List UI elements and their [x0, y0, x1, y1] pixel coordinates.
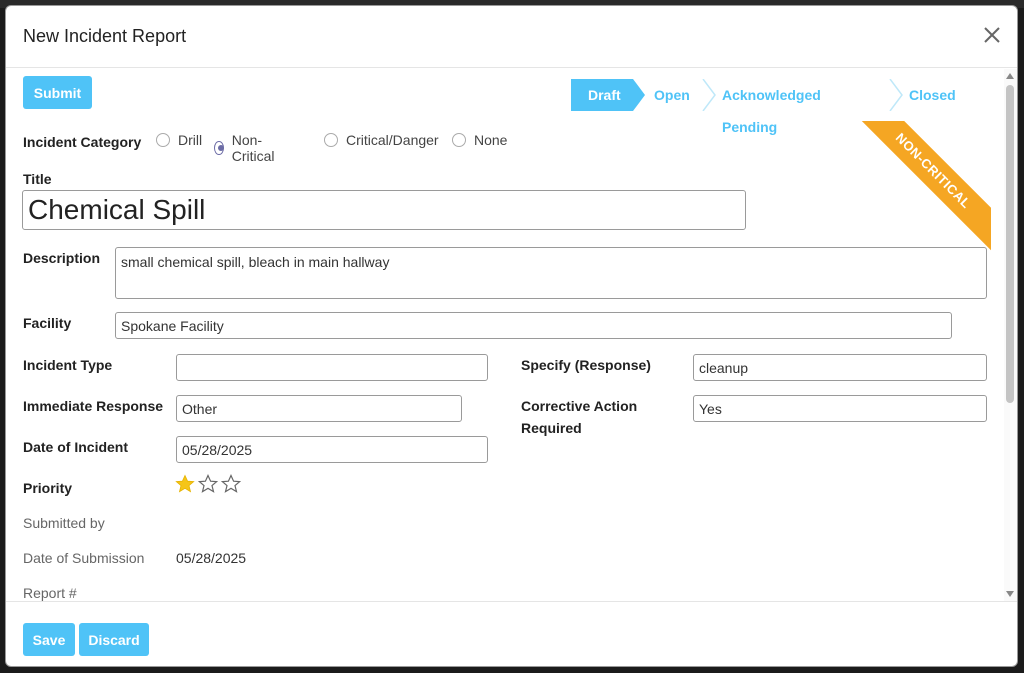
- facility-input[interactable]: Spokane Facility: [115, 312, 952, 339]
- stage-acknowledged-pending[interactable]: Acknowledged Pending: [722, 79, 821, 135]
- radio-circle: [156, 133, 170, 147]
- radio-non-critical[interactable]: Non-Critical: [214, 132, 279, 164]
- stage-acknowledged-pending-label: Acknowledged Pending: [722, 87, 821, 135]
- priority-label: Priority: [23, 480, 73, 496]
- dialog-title: New Incident Report: [23, 26, 187, 46]
- radio-drill[interactable]: Drill: [156, 132, 202, 148]
- chevron-right-icon: [889, 79, 903, 111]
- discard-button[interactable]: Discard: [79, 623, 149, 656]
- radio-none-label: None: [474, 132, 508, 148]
- date-of-incident-label: Date of Incident: [23, 439, 129, 455]
- save-button[interactable]: Save: [23, 623, 75, 656]
- stage-open-label: Open: [654, 87, 690, 103]
- chevron-right-icon: [702, 79, 716, 111]
- incident-report-dialog: New Incident Report Submit Draft Open Ac…: [5, 5, 1018, 667]
- star-empty-icon[interactable]: [221, 474, 241, 494]
- radio-none[interactable]: None: [452, 132, 507, 148]
- stage-open[interactable]: Open: [654, 79, 690, 111]
- close-button[interactable]: [979, 22, 1005, 48]
- radio-drill-label: Drill: [178, 132, 203, 148]
- stage-draft-arrow: [633, 79, 645, 111]
- specify-response-input[interactable]: cleanup: [693, 354, 987, 381]
- submit-button[interactable]: Submit: [23, 76, 92, 109]
- radio-critical-danger[interactable]: Critical/Danger: [324, 132, 439, 148]
- description-label: Description: [23, 250, 101, 266]
- date-of-submission-value: 05/28/2025: [176, 550, 247, 566]
- incident-category-label: Incident Category: [23, 134, 142, 150]
- scroll-thumb[interactable]: [1006, 85, 1014, 403]
- radio-circle: [452, 133, 466, 147]
- stage-closed-label: Closed: [909, 87, 956, 103]
- report-number-label: Report #: [23, 585, 77, 601]
- stage-draft[interactable]: Draft: [571, 79, 633, 111]
- status-ribbon-text: NON-CRITICAL: [837, 121, 991, 267]
- radio-non-critical-label: Non-Critical: [231, 132, 275, 164]
- corrective-action-label-line1: Corrective Action: [521, 398, 638, 414]
- vertical-scrollbar[interactable]: [1004, 69, 1017, 601]
- description-textarea[interactable]: small chemical spill, bleach in main hal…: [115, 247, 987, 299]
- corrective-action-input[interactable]: Yes: [693, 395, 987, 422]
- dialog-body: Submit Draft Open Acknowledged Pending C…: [6, 69, 1006, 601]
- date-of-incident-input[interactable]: 05/28/2025: [176, 436, 488, 463]
- facility-label: Facility: [23, 315, 72, 331]
- radio-circle: [324, 133, 338, 147]
- dialog-header: New Incident Report: [6, 6, 1017, 68]
- stage-draft-label: Draft: [588, 87, 621, 103]
- date-of-submission-label: Date of Submission: [23, 550, 145, 566]
- star-empty-icon[interactable]: [198, 474, 218, 494]
- star-filled-icon[interactable]: [175, 474, 195, 494]
- stage-closed[interactable]: Closed: [909, 79, 956, 111]
- dialog-footer: Save Discard: [6, 601, 1017, 666]
- title-label: Title: [23, 171, 52, 187]
- scroll-down-arrow-icon[interactable]: [1006, 591, 1014, 597]
- incident-type-input[interactable]: [176, 354, 488, 381]
- incident-type-label: Incident Type: [23, 357, 113, 373]
- specify-response-label: Specify (Response): [521, 357, 651, 373]
- scroll-up-arrow-icon[interactable]: [1006, 73, 1014, 79]
- submitted-by-label: Submitted by: [23, 515, 105, 531]
- corrective-action-label-line2: Required: [521, 420, 582, 436]
- title-input[interactable]: Chemical Spill: [22, 190, 746, 230]
- immediate-response-label: Immediate Response: [23, 398, 164, 414]
- radio-circle-checked: [214, 141, 224, 155]
- close-icon: [984, 27, 1000, 43]
- immediate-response-input[interactable]: Other: [176, 395, 462, 422]
- radio-critical-danger-label: Critical/Danger: [346, 132, 439, 148]
